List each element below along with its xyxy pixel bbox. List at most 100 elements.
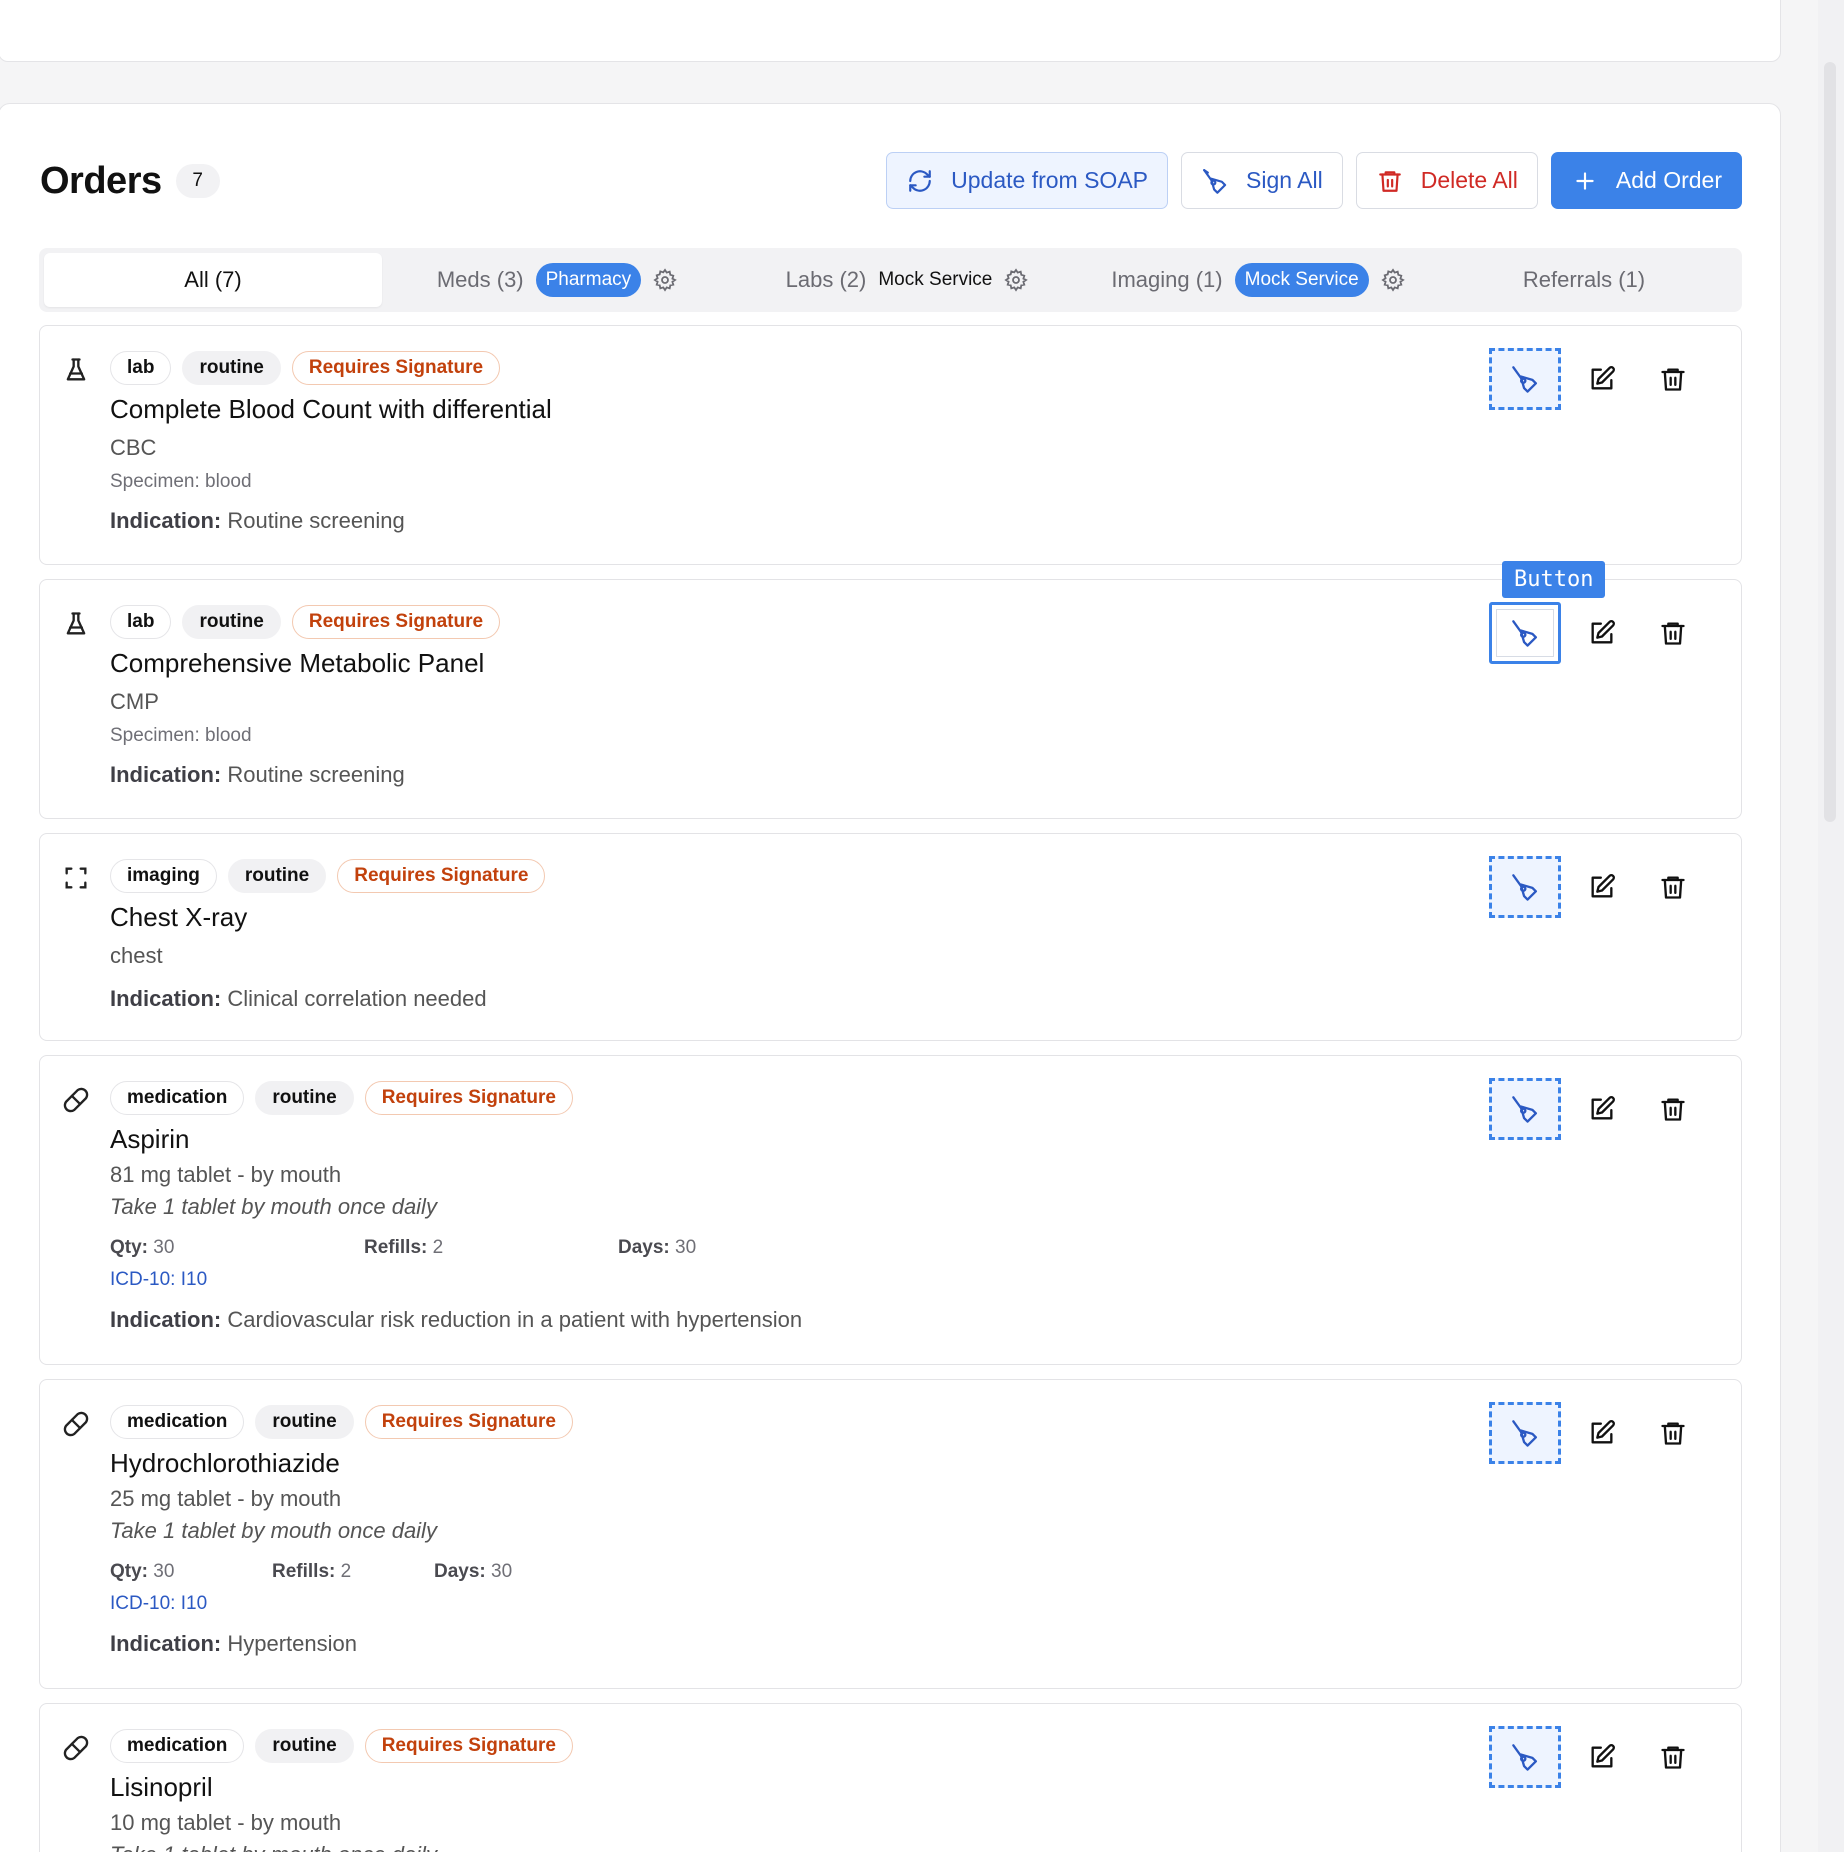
- pen-tool-icon: [1512, 366, 1538, 393]
- edit-icon: [1591, 1744, 1615, 1768]
- page-title: Orders: [40, 159, 162, 202]
- order-type-badge: medication: [110, 1405, 245, 1439]
- sign-order-button[interactable]: [1489, 348, 1561, 410]
- sign-order-button[interactable]: [1489, 602, 1561, 664]
- edit-order-button[interactable]: [1571, 1078, 1632, 1140]
- order-actions: [1489, 602, 1703, 664]
- order-type-badge: lab: [110, 605, 172, 639]
- add-order-button[interactable]: Add Order: [1550, 152, 1742, 209]
- scrollbar-thumb[interactable]: [1824, 62, 1836, 822]
- sign-order-button[interactable]: [1489, 1402, 1561, 1464]
- pen-tool-icon: [1512, 1420, 1538, 1447]
- delete-order-button[interactable]: [1642, 856, 1703, 918]
- trash-icon: [1660, 1746, 1685, 1769]
- pill-icon: [63, 1735, 89, 1761]
- order-code: CMP: [110, 689, 159, 714]
- flask-icon: [66, 358, 86, 381]
- edit-order-button[interactable]: [1571, 1402, 1632, 1464]
- edit-icon: [1591, 1096, 1615, 1120]
- orders-count-badge: 7: [175, 164, 220, 198]
- order-badges: imaging routine Requires Signature: [110, 859, 546, 893]
- order-sig: Take 1 tablet by mouth once daily: [110, 1194, 437, 1219]
- order-actions: [1489, 1078, 1703, 1140]
- edit-icon: [1591, 620, 1615, 644]
- sign-order-button[interactable]: [1489, 856, 1561, 918]
- order-specimen: Specimen: blood: [110, 725, 252, 746]
- days-field: Days: 30: [618, 1237, 697, 1258]
- delete-order-button[interactable]: [1642, 348, 1703, 410]
- order-indication: Indication: Cardiovascular risk reductio…: [110, 1307, 802, 1333]
- order-card: lab routine Requires Signature Comprehen…: [39, 579, 1742, 819]
- sign-order-button[interactable]: [1489, 1078, 1561, 1140]
- indication-value: Cardiovascular risk reduction in a patie…: [227, 1307, 803, 1332]
- order-sig: Take 1 tablet by mouth once daily: [110, 1518, 437, 1543]
- flask-icon: [66, 612, 86, 635]
- update-from-soap-button[interactable]: Update from SOAP: [886, 152, 1168, 209]
- icd-code-link[interactable]: ICD-10: I10: [110, 1269, 207, 1291]
- order-type-badge: lab: [110, 351, 172, 385]
- delete-order-button[interactable]: [1642, 1402, 1703, 1464]
- trash-icon: [1660, 368, 1685, 391]
- qty-field: Qty: 30: [110, 1237, 175, 1258]
- order-quantities: Qty: 30 Refills: 2 Days: 30: [110, 1237, 810, 1261]
- order-card: medication routine Requires Signature Li…: [39, 1703, 1742, 1852]
- order-dose: 81 mg tablet - by mouth: [110, 1162, 342, 1187]
- qty-field: Qty: 30: [110, 1561, 175, 1582]
- delete-order-button[interactable]: [1642, 1078, 1703, 1140]
- gear-icon[interactable]: [653, 268, 677, 292]
- delete-order-button[interactable]: [1642, 1726, 1703, 1788]
- gear-icon[interactable]: [1004, 268, 1029, 292]
- tab-referrals[interactable]: Referrals (1): [1434, 253, 1734, 307]
- tab-imaging-label: Imaging (1): [1111, 267, 1223, 292]
- order-card: imaging routine Requires Signature Chest…: [39, 833, 1742, 1041]
- order-priority-badge: routine: [255, 1729, 354, 1763]
- tab-meds[interactable]: Meds (3) Pharmacy: [382, 253, 732, 307]
- previous-section-card: [0, 0, 1781, 62]
- order-actions: [1489, 1726, 1703, 1788]
- sign-order-button[interactable]: [1489, 1726, 1561, 1788]
- sign-all-label: Sign All: [1246, 167, 1323, 193]
- requires-signature-badge: Requires Signature: [291, 351, 501, 385]
- tab-meds-label: Meds (3): [436, 267, 524, 292]
- trash-icon: [1660, 1098, 1685, 1121]
- indication-label: Indication:: [110, 1631, 222, 1656]
- pen-tool-icon: [1203, 168, 1227, 194]
- delete-all-button[interactable]: Delete All: [1355, 152, 1538, 209]
- order-quantities: Qty: 30 Refills: 2 Days: 30: [110, 1561, 610, 1585]
- edit-order-button[interactable]: [1571, 602, 1632, 664]
- pill-icon: [63, 1087, 89, 1113]
- edit-order-button[interactable]: [1571, 856, 1632, 918]
- gear-icon[interactable]: [1381, 268, 1405, 292]
- order-badges: lab routine Requires Signature: [110, 351, 501, 385]
- edit-order-button[interactable]: [1571, 1726, 1632, 1788]
- trash-icon: [1660, 1422, 1685, 1445]
- edit-icon: [1591, 366, 1615, 390]
- delete-order-button[interactable]: [1642, 602, 1703, 664]
- edit-order-button[interactable]: [1571, 348, 1632, 410]
- trash-icon: [1660, 876, 1685, 899]
- indication-value: Routine screening: [227, 508, 405, 533]
- update-from-soap-label: Update from SOAP: [951, 167, 1148, 193]
- tab-labs[interactable]: Labs (2) Mock Service: [732, 253, 1082, 307]
- order-indication: Indication: Routine screening: [110, 762, 405, 788]
- tab-referrals-label: Referrals (1): [1522, 267, 1646, 292]
- tab-imaging[interactable]: Imaging (1) Mock Service: [1082, 253, 1434, 307]
- order-badges: lab routine Requires Signature: [110, 605, 501, 639]
- button-tooltip: Button: [1502, 561, 1606, 598]
- order-name: Aspirin: [110, 1124, 190, 1154]
- order-dose: 10 mg tablet - by mouth: [110, 1810, 342, 1835]
- icd-code-link[interactable]: ICD-10: I10: [110, 1593, 207, 1615]
- order-priority-badge: routine: [255, 1405, 354, 1439]
- orders-actions: Update from SOAP Sign All Delete All Add…: [886, 152, 1742, 209]
- indication-value: Hypertension: [227, 1631, 357, 1656]
- requires-signature-badge: Requires Signature: [364, 1405, 573, 1439]
- tab-all[interactable]: All (7): [44, 253, 382, 307]
- order-actions: [1489, 348, 1703, 410]
- order-priority-badge: routine: [182, 605, 281, 639]
- order-badges: medication routine Requires Signature: [110, 1729, 573, 1763]
- indication-label: Indication:: [110, 986, 222, 1011]
- order-specimen: Specimen: blood: [110, 471, 252, 492]
- sign-all-button[interactable]: Sign All: [1181, 152, 1343, 209]
- indication-label: Indication:: [110, 1307, 222, 1332]
- order-name: Comprehensive Metabolic Panel: [110, 648, 485, 678]
